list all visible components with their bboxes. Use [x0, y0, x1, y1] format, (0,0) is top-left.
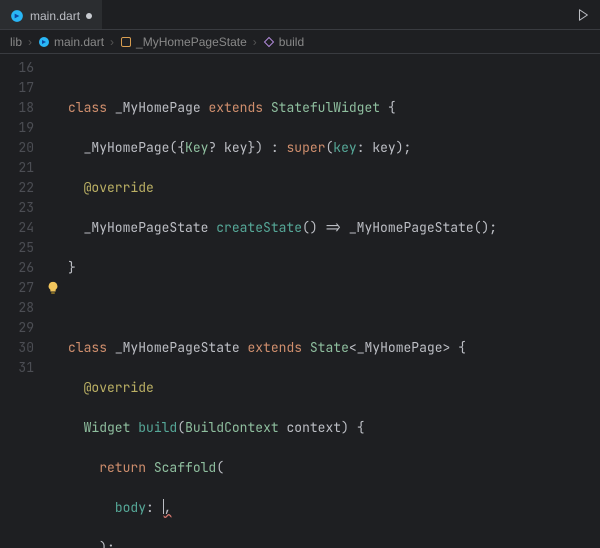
- method-icon: [263, 36, 275, 48]
- line-number: 26: [0, 258, 34, 278]
- chevron-right-icon: ›: [253, 35, 257, 49]
- line-number: 20: [0, 138, 34, 158]
- line-number: 25: [0, 238, 34, 258]
- line-number: 31: [0, 358, 34, 378]
- breadcrumb-item-file[interactable]: main.dart: [38, 35, 104, 49]
- line-number: 19: [0, 118, 34, 138]
- code-line[interactable]: class _MyHomePageState extends State<_My…: [68, 338, 600, 358]
- glyph-margin: [44, 54, 64, 548]
- code-line[interactable]: @override: [68, 378, 600, 398]
- line-number: 27: [0, 278, 34, 298]
- code-line[interactable]: _MyHomePageState createState() => _MyHom…: [68, 218, 600, 238]
- code-line[interactable]: );: [68, 538, 600, 548]
- code-line[interactable]: }: [68, 258, 600, 278]
- code-line[interactable]: _MyHomePage({Key? key}) : super(key: key…: [68, 138, 600, 158]
- dart-file-icon: [38, 36, 50, 48]
- line-number: 28: [0, 298, 34, 318]
- line-number: 18: [0, 98, 34, 118]
- dart-file-icon: [10, 9, 24, 23]
- line-number-gutter: 16171819202122232425262728293031: [0, 54, 44, 548]
- tab-bar: main.dart: [0, 0, 600, 30]
- chevron-right-icon: ›: [28, 35, 32, 49]
- dirty-indicator-icon: [86, 13, 92, 19]
- lightbulb-icon[interactable]: [46, 281, 60, 295]
- line-number: 17: [0, 78, 34, 98]
- breadcrumb-bar: lib › main.dart › _MyHomePageState › bui…: [0, 30, 600, 54]
- line-number: 22: [0, 178, 34, 198]
- breadcrumb-item-method[interactable]: build: [263, 35, 304, 49]
- code-line[interactable]: class _MyHomePage extends StatefulWidget…: [68, 98, 600, 118]
- code-line[interactable]: [68, 58, 600, 78]
- line-number: 30: [0, 338, 34, 358]
- code-line[interactable]: @override: [68, 178, 600, 198]
- class-icon: [120, 36, 132, 48]
- code-line[interactable]: return Scaffold(: [68, 458, 600, 478]
- line-number: 23: [0, 198, 34, 218]
- play-icon: [576, 8, 590, 22]
- chevron-right-icon: ›: [110, 35, 114, 49]
- line-number: 21: [0, 158, 34, 178]
- line-number: 24: [0, 218, 34, 238]
- code-line[interactable]: body: ,: [68, 498, 600, 518]
- line-number: 16: [0, 58, 34, 78]
- breadcrumb-item-class[interactable]: _MyHomePageState: [120, 35, 247, 49]
- tab-filename: main.dart: [30, 9, 80, 23]
- code-line[interactable]: Widget build(BuildContext context) {: [68, 418, 600, 438]
- line-number: 29: [0, 318, 34, 338]
- run-button[interactable]: [566, 0, 600, 29]
- file-tab[interactable]: main.dart: [0, 0, 102, 29]
- code-content[interactable]: class _MyHomePage extends StatefulWidget…: [64, 54, 600, 548]
- breadcrumb-item-folder[interactable]: lib: [10, 35, 22, 49]
- code-editor[interactable]: 16171819202122232425262728293031 class _…: [0, 54, 600, 548]
- code-line[interactable]: [68, 298, 600, 318]
- tabbar-spacer: [102, 0, 566, 29]
